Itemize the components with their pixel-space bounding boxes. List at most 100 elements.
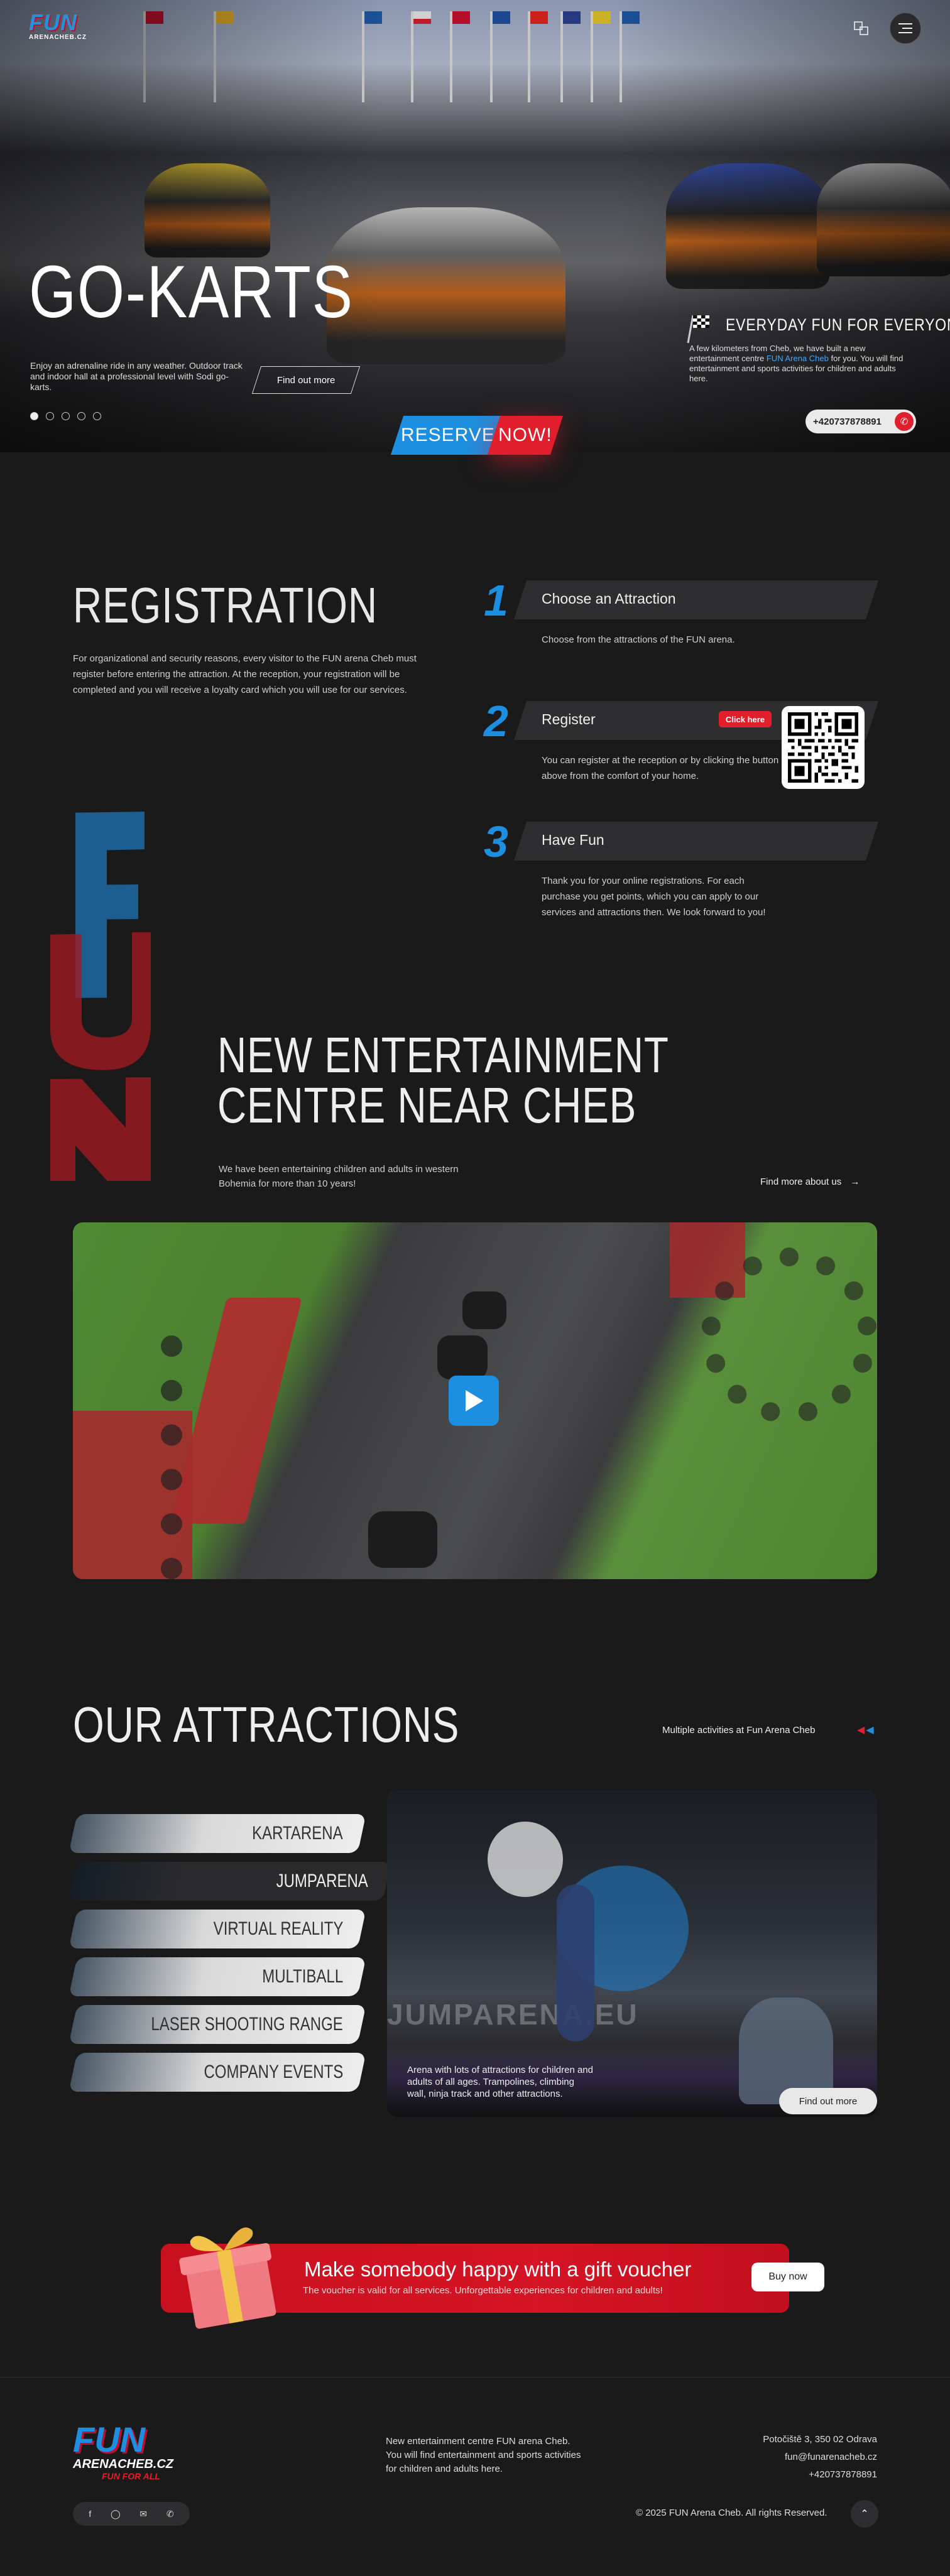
buy-now-button[interactable]: Buy now [751,2263,824,2291]
copyright: © 2025 FUN Arena Cheb. All rights Reserv… [636,2508,827,2518]
attraction-tab-virtual-reality[interactable]: VIRTUAL REALITY [68,1910,366,1948]
everyday-link[interactable]: FUN Arena Cheb [767,354,829,363]
email-icon[interactable]: ✉ [139,2509,147,2519]
translate-icon[interactable] [846,13,877,44]
everyday-text: A few kilometers from Cheb, we have buil… [689,344,915,384]
slider-dots [30,412,101,420]
slider-dot[interactable] [93,412,101,420]
attraction-label: JUMPARENA [276,1871,368,1891]
registration-step: 1 Choose an Attraction Choose from the a… [484,578,880,653]
step-number: 3 [484,817,508,866]
phone-icon[interactable]: ✆ [167,2509,174,2519]
logo-subtext: ARENACHEB.CZ [29,34,87,41]
attraction-tab-laser-shooting[interactable]: LASER SHOOTING RANGE [68,2005,366,2044]
find-more-label: Find more about us [760,1177,842,1187]
step-label: Have Fun [542,832,604,848]
step-text: Thank you for your online registrations.… [542,876,766,918]
arrow-right-icon: → [850,1177,860,1187]
checkered-flag-icon [687,315,709,344]
footer-email-link[interactable]: fun@funarenacheb.cz [763,2448,877,2466]
slider-dot[interactable] [62,412,70,420]
attraction-image: JUMPARENA.EU Arena with lots of attracti… [387,1790,877,2117]
attraction-label: KARTARENA [252,1823,343,1844]
entertainment-description: We have been entertaining children and a… [219,1164,459,1189]
reserve-button[interactable]: RESERVE [390,416,506,455]
footer-phone-link[interactable]: +420737878891 [763,2466,877,2484]
step-text: Choose from the attractions of the FUN a… [542,634,735,645]
attractions-subtitle: Multiple activities at Fun Arena Cheb [662,1725,816,1736]
tires-image [701,1247,877,1423]
footer-divider [0,2377,950,2378]
gift-icon [179,2227,276,2329]
fun-watermark [50,812,151,1181]
phone-button[interactable]: +420737878891 ✆ [805,410,916,433]
now-label: NOW! [498,425,552,445]
footer-logo-text: FUN [73,2420,146,2459]
entertainment-title-line: CENTRE NEAR CHEB [217,1077,637,1133]
arrow-left-icon[interactable]: ◀ [866,1725,873,1736]
find-out-more-button[interactable]: Find out more [251,366,361,394]
play-icon [466,1390,483,1411]
register-click-here-button[interactable]: Click here [719,711,772,727]
attraction-label: VIRTUAL REALITY [213,1918,343,1939]
qr-code[interactable] [782,706,865,789]
footer-logo-tagline: FUN FOR ALL [102,2471,160,2481]
footer-logo[interactable]: FUN ARENACHEB.CZ FUN FOR ALL [73,2422,211,2485]
slider-dot[interactable] [46,412,54,420]
entertainment-title-line: NEW ENTERTAINMENT [217,1027,669,1083]
step-number: 1 [484,576,508,625]
child-figure [557,1884,594,2041]
gift-text: The voucher is valid for all services. U… [303,2285,663,2296]
registration-step: 2 Register Click here You can register a… [484,698,880,799]
footer-contact: Potočiště 3, 350 02 Odrava fun@funarenac… [763,2431,877,2484]
facebook-icon[interactable]: f [89,2509,91,2519]
gift-title: Make somebody happy with a gift voucher [304,2258,692,2281]
site-logo[interactable]: FUN ARENACHEB.CZ [29,11,104,43]
kart-image [462,1291,506,1329]
logo-text: FUN [29,9,77,35]
slider-dot[interactable] [77,412,85,420]
arrow-left-icon[interactable]: ◀ [857,1725,865,1736]
phone-icon: ✆ [895,412,914,431]
hero-section: FUN ARENACHEB.CZ GO-KARTS Enjoy an adren… [0,0,950,452]
step-label: Register [542,711,596,727]
instagram-icon[interactable]: ◯ [111,2509,121,2519]
footer-description: New entertainment centre FUN arena Cheb.… [386,2436,581,2474]
hero-title: GO-KARTS [29,251,354,334]
attraction-label: MULTIBALL [262,1966,343,1987]
reserve-label: RESERVE [401,425,495,445]
attraction-tab-jumparena[interactable]: JUMPARENA [68,1862,391,1901]
attraction-tab-kartarena[interactable]: KARTARENA [68,1814,366,1853]
attraction-find-out-more-button[interactable]: Find out more [779,2088,877,2114]
chevron-up-icon: ⌃ [860,2509,869,2519]
arena-logo-shape [488,1822,563,1897]
entertainment-title: NEW ENTERTAINMENT CENTRE NEAR CHEB [217,1030,669,1131]
attraction-tab-multiball[interactable]: MULTIBALL [68,1957,366,1996]
footer-logo-subtext: ARENACHEB.CZ [73,2457,173,2471]
footer-address: Potočiště 3, 350 02 Odrava [763,2434,877,2445]
tires-image [161,1335,236,1579]
attraction-label: COMPANY EVENTS [204,2062,343,2082]
slider-dot[interactable] [30,412,38,420]
attraction-description: Arena with lots of attractions for child… [407,2065,593,2099]
play-button[interactable] [449,1376,499,1426]
step-number: 2 [484,697,508,746]
hero-description: Enjoy an adrenaline ride in any weather.… [30,361,243,392]
everyday-fun-block: EVERYDAY FUN FOR EVERYONE A few kilomete… [682,315,950,384]
attraction-label: LASER SHOOTING RANGE [151,2014,343,2035]
registration-description: For organizational and security reasons,… [73,653,417,695]
carousel-arrows[interactable]: ◀ ◀ [857,1724,874,1736]
phone-number: +420737878891 [813,416,882,427]
attraction-tab-company-events[interactable]: COMPANY EVENTS [68,2053,366,2092]
social-links: f ◯ ✉ ✆ [73,2502,190,2526]
step-text: You can register at the reception or by … [542,755,779,781]
registration-step: 3 Have Fun Thank you for your online reg… [484,819,880,920]
menu-icon[interactable] [890,13,921,44]
video-player[interactable] [73,1222,877,1579]
find-more-about-us-link[interactable]: Find more about us → [760,1177,860,1187]
reserve-now-button[interactable]: NOW! [487,416,564,455]
kart-image [437,1335,488,1379]
scroll-to-top-button[interactable]: ⌃ [851,2500,878,2528]
step-label: Choose an Attraction [542,590,676,607]
everyday-title: EVERYDAY FUN FOR EVERYONE [726,315,950,334]
